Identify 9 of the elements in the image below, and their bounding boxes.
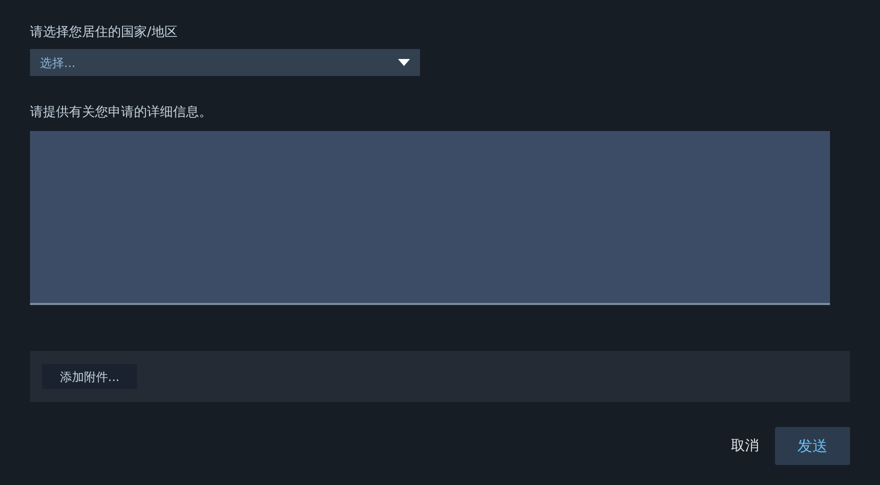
add-attachment-button[interactable]: 添加附件... [42,364,138,389]
field-label: 请选择您居住的国家/地区 [30,24,178,42]
details-textarea[interactable] [30,131,830,305]
send-button[interactable]: 发送 [775,427,850,465]
dropdown-value: 选择... [40,54,76,72]
country-dropdown[interactable]: 选择... [30,49,420,76]
field-label: 请提供有关您申请的详细信息。 [30,104,212,122]
cancel-button[interactable]: 取消 [729,436,761,456]
caret-icon [398,59,410,66]
